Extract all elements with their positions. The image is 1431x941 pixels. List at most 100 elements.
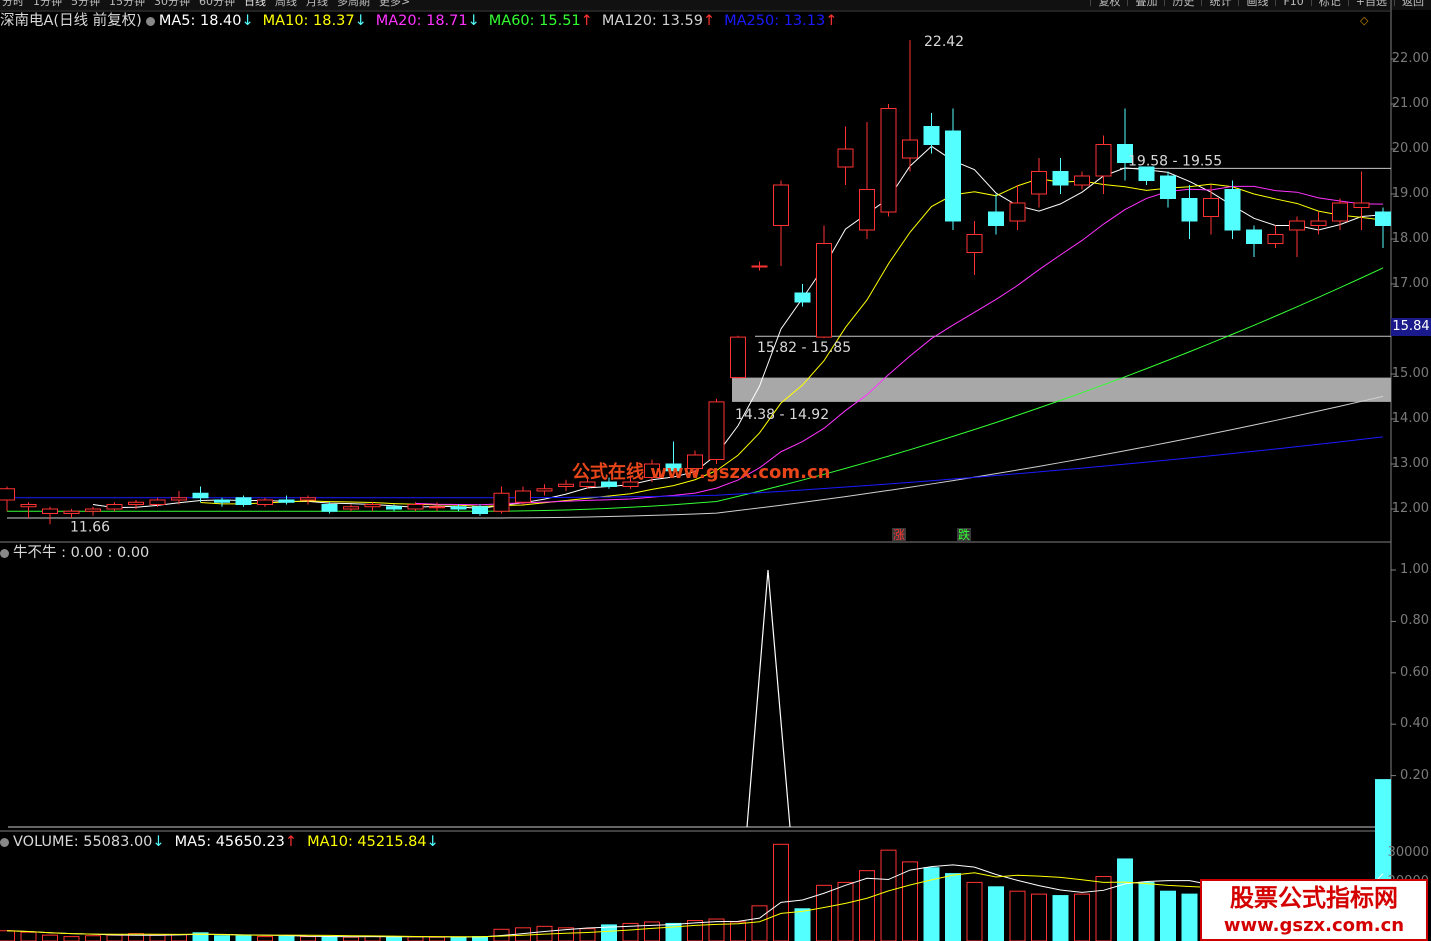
candle-body bbox=[1095, 144, 1112, 177]
price-axis: 22.0021.0020.0019.0018.0017.0016.0015.00… bbox=[1391, 0, 1431, 540]
volume-bar bbox=[106, 934, 123, 941]
candle-body bbox=[1310, 220, 1327, 226]
candle-body bbox=[536, 488, 553, 492]
volume-bar bbox=[20, 931, 37, 941]
support-zone bbox=[732, 377, 1391, 402]
volume-bar bbox=[859, 870, 875, 941]
volume-bar bbox=[665, 922, 682, 941]
price-tick-label-2: 20.00 bbox=[1391, 141, 1429, 156]
volume-bar bbox=[1117, 858, 1133, 941]
candle-body bbox=[171, 497, 187, 501]
candle-body bbox=[515, 490, 531, 503]
volume-bar bbox=[1181, 893, 1198, 941]
volume-bar bbox=[902, 861, 918, 941]
candle-body bbox=[343, 506, 359, 510]
volume-bar bbox=[730, 921, 746, 941]
candle-body bbox=[321, 504, 338, 512]
candle-body bbox=[1289, 220, 1305, 231]
candle-body bbox=[1203, 198, 1219, 217]
watermark-corner-url: www.gszx.com.cn bbox=[1223, 915, 1405, 936]
candle-body bbox=[773, 184, 789, 226]
candle-body bbox=[988, 211, 1004, 226]
volume-bar bbox=[450, 936, 467, 941]
volume-bar bbox=[1095, 876, 1112, 941]
candle-body bbox=[923, 126, 940, 145]
candle-body bbox=[192, 492, 209, 499]
candle-body bbox=[1267, 234, 1284, 244]
indicator-tick-label-0: 1.00 bbox=[1400, 562, 1429, 577]
price-tick-label-1: 21.00 bbox=[1391, 96, 1429, 111]
candle-body bbox=[1052, 171, 1069, 186]
volume-bar bbox=[579, 928, 596, 941]
candle-body bbox=[751, 265, 768, 268]
volume-bar bbox=[1138, 881, 1155, 941]
high-price-label: 22.42 bbox=[924, 34, 964, 50]
low-price-label: 11.66 bbox=[70, 519, 110, 535]
volume-bar bbox=[751, 905, 768, 941]
candle-body bbox=[1181, 198, 1198, 222]
candle-body bbox=[20, 504, 37, 508]
candle-body bbox=[1009, 202, 1026, 222]
price-tick-label-0: 22.00 bbox=[1391, 51, 1429, 66]
volume-bar bbox=[837, 881, 854, 941]
candle-body bbox=[450, 506, 467, 510]
price-tick-label-9: 13.00 bbox=[1391, 456, 1429, 471]
signal-marker: 涨 bbox=[893, 527, 905, 542]
candle-body bbox=[708, 401, 725, 460]
volume-bar bbox=[966, 881, 983, 941]
volume-bar bbox=[1031, 893, 1047, 941]
indicator-tick-label-4: 0.20 bbox=[1400, 767, 1429, 783]
candle-body bbox=[1160, 175, 1176, 199]
candle-body bbox=[1332, 202, 1348, 222]
candle-body bbox=[1353, 202, 1370, 208]
candle-body bbox=[257, 499, 273, 505]
candle-body bbox=[1074, 175, 1090, 186]
volume-bar bbox=[235, 935, 252, 941]
volume-bar bbox=[278, 935, 295, 941]
candle-body bbox=[407, 504, 424, 510]
volume-bar bbox=[1009, 890, 1026, 941]
watermark-corner-title: 股票公式指标网 bbox=[1230, 884, 1398, 912]
ma20-line bbox=[415, 185, 1384, 506]
current-price-tag: 15.84 bbox=[1391, 318, 1431, 336]
candle-body bbox=[1031, 171, 1047, 195]
volume-bar bbox=[321, 936, 338, 941]
candle-body bbox=[149, 499, 166, 505]
candle-body bbox=[902, 139, 918, 159]
volume-bar bbox=[257, 936, 273, 941]
candle-body bbox=[106, 504, 123, 510]
candle-body bbox=[558, 483, 574, 487]
indicator-tick-label-3: 0.40 bbox=[1400, 716, 1429, 732]
candle-body bbox=[429, 506, 445, 509]
zone-label: 14.38 - 14.92 bbox=[735, 407, 829, 423]
watermark-corner: 股票公式指标网 www.gszx.com.cn bbox=[1200, 879, 1428, 941]
indicator-tick-label-2: 0.60 bbox=[1400, 664, 1429, 680]
candle-body bbox=[880, 108, 897, 213]
candle-body bbox=[945, 130, 961, 222]
candle-body bbox=[966, 234, 983, 253]
volume-bar bbox=[171, 934, 187, 941]
price-tick-label-3: 19.00 bbox=[1391, 186, 1429, 201]
volume-bar bbox=[214, 935, 230, 941]
volume-bar bbox=[773, 843, 789, 941]
volume-bar bbox=[85, 935, 101, 941]
candle-body bbox=[1224, 189, 1241, 231]
candle-body bbox=[837, 148, 854, 168]
candle-body bbox=[42, 508, 58, 514]
candle-body bbox=[472, 506, 488, 514]
price-tick-label-7: 15.00 bbox=[1391, 366, 1429, 381]
indicator-line bbox=[746, 569, 791, 828]
signal-marker: 跌 bbox=[958, 527, 970, 542]
volume-bar bbox=[988, 886, 1004, 941]
volume-bar bbox=[0, 930, 15, 941]
candle-body bbox=[0, 488, 15, 501]
volume-bar bbox=[1160, 890, 1176, 941]
candle-body bbox=[278, 499, 295, 503]
candle-body bbox=[1375, 211, 1391, 226]
candle-body bbox=[214, 499, 230, 503]
candle-body bbox=[730, 336, 746, 379]
volume-bar bbox=[343, 936, 359, 941]
candle-body bbox=[63, 510, 80, 514]
volume-bar bbox=[42, 934, 58, 941]
indicator-tick-label-1: 0.80 bbox=[1400, 613, 1429, 629]
